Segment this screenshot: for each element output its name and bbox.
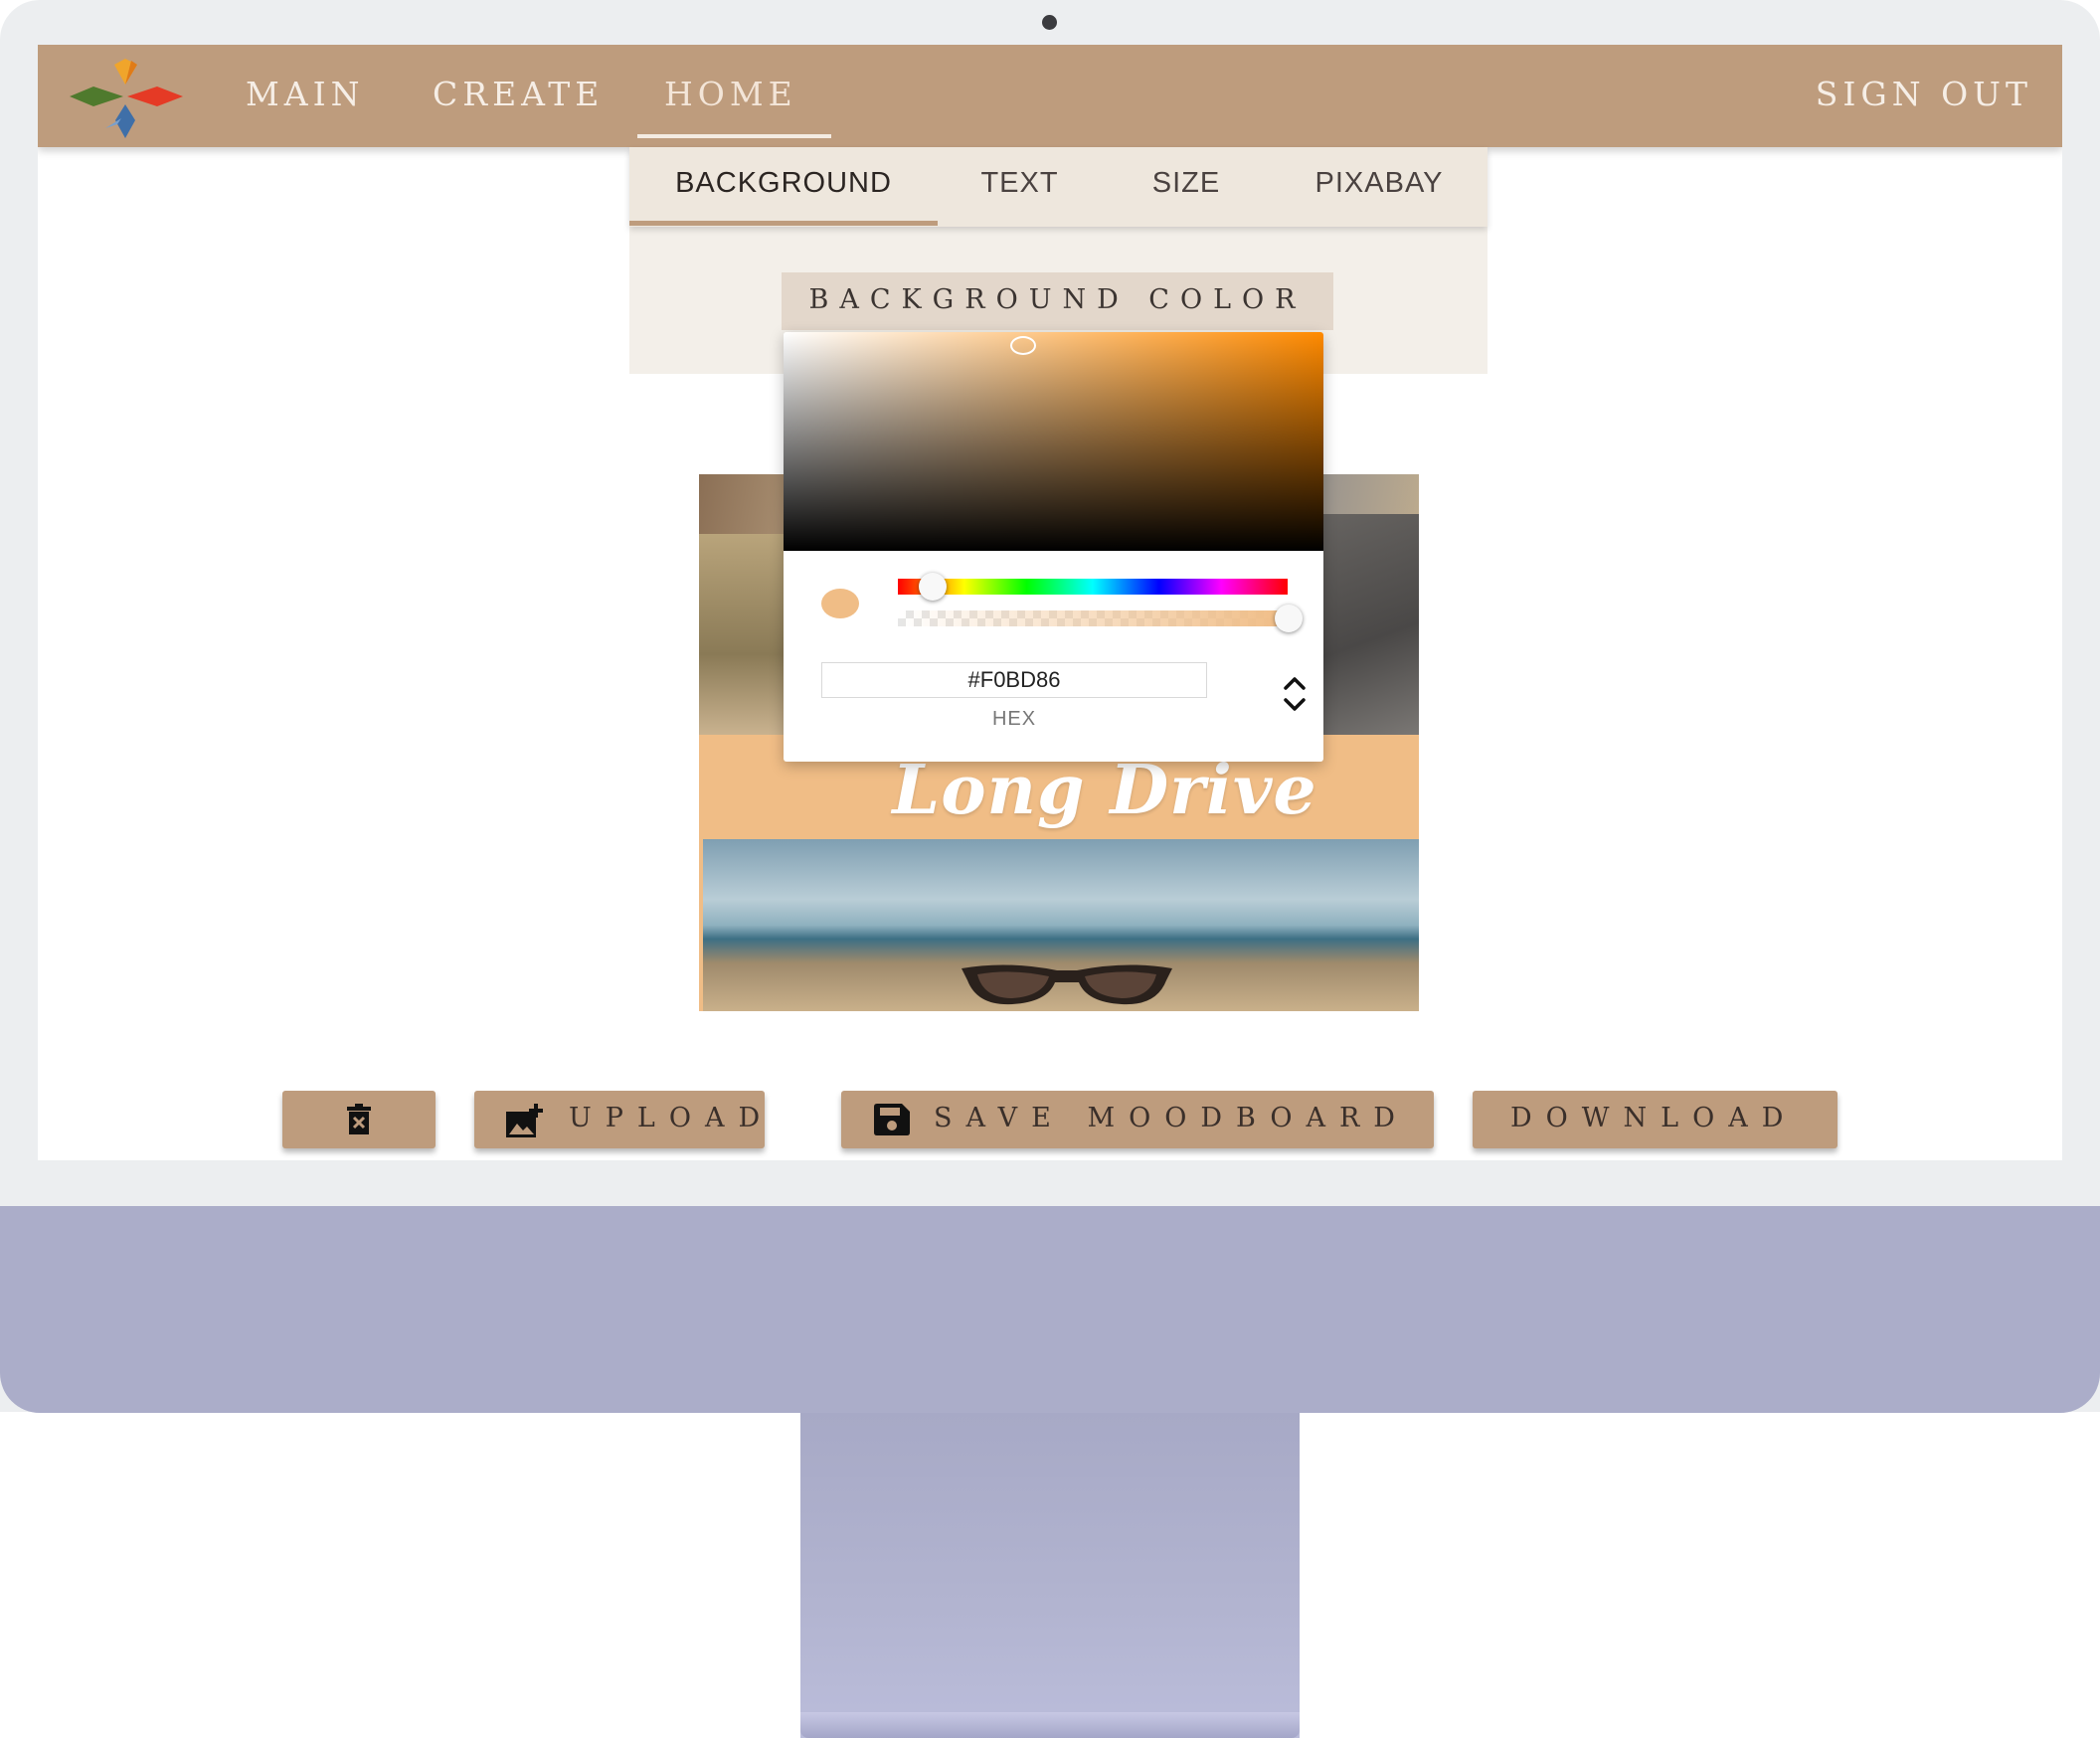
monitor-stand	[800, 1413, 1300, 1738]
hue-slider[interactable]	[898, 579, 1288, 595]
sunglasses-image	[962, 964, 1172, 1005]
hex-input[interactable]: #F0BD86	[821, 662, 1207, 698]
sign-out-link[interactable]: SIGN OUT	[1816, 45, 2032, 147]
saturation-handle[interactable]	[1010, 336, 1036, 355]
monitor-stand-foot	[800, 1712, 1300, 1738]
save-moodboard-button[interactable]: SAVE MOODBOARD	[841, 1091, 1434, 1148]
tab-active-indicator	[629, 221, 938, 226]
monitor-chin	[0, 1206, 2100, 1413]
trash-icon	[347, 1104, 371, 1134]
navbar: MAIN CREATE HOME SIGN OUT	[38, 45, 2062, 147]
hue-slider-knob[interactable]	[919, 573, 947, 601]
floppy-disk-icon	[874, 1104, 910, 1135]
beach-photo[interactable]	[703, 839, 1419, 1011]
screen: MAIN CREATE HOME SIGN OUT BACKGROUND TEX…	[38, 45, 2062, 1160]
saturation-area[interactable]	[784, 332, 1323, 551]
tab-background[interactable]: BACKGROUND	[629, 147, 938, 221]
upload-label: UPLOAD	[569, 1103, 775, 1133]
upload-button[interactable]: UPLOAD	[474, 1091, 765, 1148]
logo-icon[interactable]	[66, 55, 185, 138]
nav-link-main[interactable]: MAIN	[246, 45, 365, 147]
hex-format-label: HEX	[991, 708, 1037, 730]
download-label: DOWNLOAD	[1510, 1103, 1798, 1133]
alpha-slider-knob[interactable]	[1275, 605, 1303, 632]
background-color-button[interactable]: BACKGROUND COLOR	[782, 272, 1333, 330]
save-moodboard-label: SAVE MOODBOARD	[934, 1103, 1409, 1133]
nav-link-home[interactable]: HOME	[664, 45, 797, 147]
tab-text[interactable]: TEXT	[938, 147, 1102, 221]
camera-dot	[1042, 15, 1057, 30]
format-toggle-icon[interactable]	[1281, 672, 1309, 716]
nav-active-underline	[637, 134, 831, 138]
delete-button[interactable]	[282, 1091, 436, 1148]
alpha-slider[interactable]	[898, 610, 1288, 626]
tabs-bar: BACKGROUND TEXT SIZE PIXABAY	[629, 147, 1488, 227]
color-swatch	[821, 589, 859, 618]
download-button[interactable]: DOWNLOAD	[1473, 1091, 1838, 1148]
add-photo-icon	[506, 1104, 543, 1137]
color-picker: #F0BD86 HEX	[784, 332, 1323, 762]
tab-pixabay[interactable]: PIXABAY	[1271, 147, 1488, 221]
nav-link-create[interactable]: CREATE	[433, 45, 604, 147]
tab-size[interactable]: SIZE	[1102, 147, 1271, 221]
